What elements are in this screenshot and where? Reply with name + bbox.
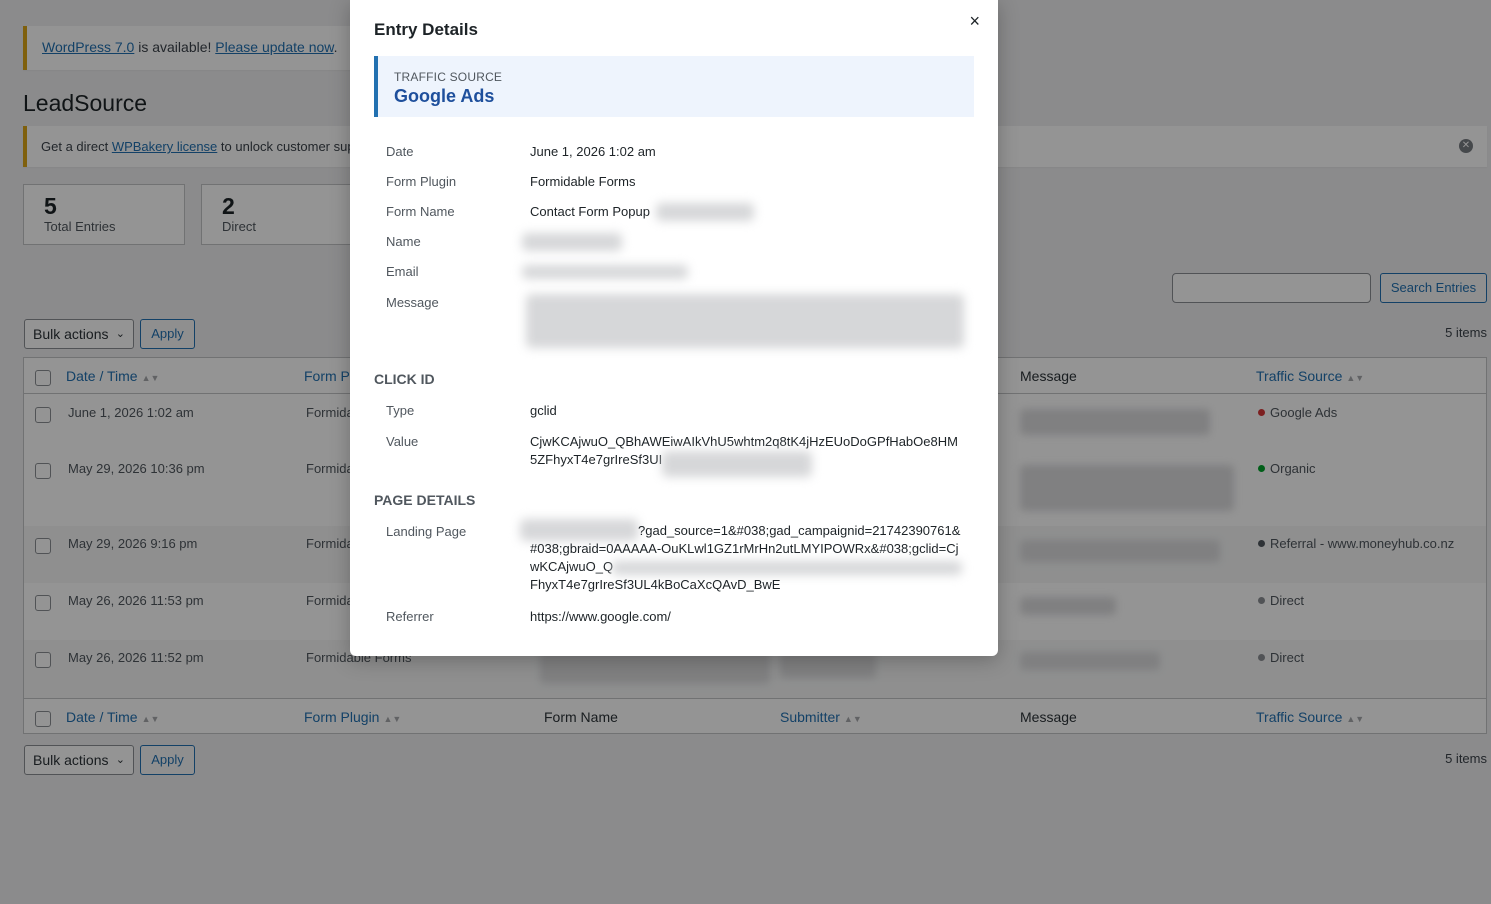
page-details-heading: Page Details [374,492,476,508]
referrer-label: Referrer [386,609,434,624]
traffic-source-box: Traffic Source Google Ads [374,56,974,117]
click-id-heading: Click ID [374,371,435,387]
click-type-value: gclid [530,403,557,418]
blurred-click-suffix [662,451,812,477]
entry-details-modal: Entry Details × Traffic Source Google Ad… [350,0,998,656]
close-icon[interactable]: × [969,11,980,32]
form-plugin-label: Form Plugin [386,174,457,189]
traffic-source-value: Google Ads [394,86,495,106]
email-label: Email [386,264,419,279]
date-label: Date [386,144,414,159]
blurred-email [522,265,688,279]
traffic-source-label: Traffic Source [394,70,503,84]
landing-line-4: FhyxT4e7grIreSf3UL4kBoCaXcQAvD_BwE [530,577,781,592]
blurred-name [522,233,622,251]
modal-title: Entry Details [374,20,478,39]
referrer-value: https://www.google.com/ [530,609,671,624]
blurred-landing-domain [520,519,638,541]
blurred-form-suffix [656,203,754,221]
blurred-landing-part [612,561,962,575]
form-name-value: Contact Form Popup [530,204,650,219]
form-name-label: Form Name [386,204,455,219]
landing-line-1: ?gad_source=1&#038;gad_campaignid=217423… [638,523,961,538]
landing-page-label: Landing Page [386,524,467,539]
blurred-message [526,294,964,348]
landing-line-2: #038;gbraid=0AAAAA-OuKLwl1GZ1rMrHn2utLMY… [530,541,959,556]
message-label: Message [386,295,439,310]
name-label: Name [386,234,421,249]
date-value: June 1, 2026 1:02 am [530,144,656,159]
landing-line-3: wKCAjwuO_Q [530,559,614,574]
click-type-label: Type [386,403,415,418]
form-plugin-value: Formidable Forms [530,174,636,189]
click-value-label: Value [386,434,419,449]
